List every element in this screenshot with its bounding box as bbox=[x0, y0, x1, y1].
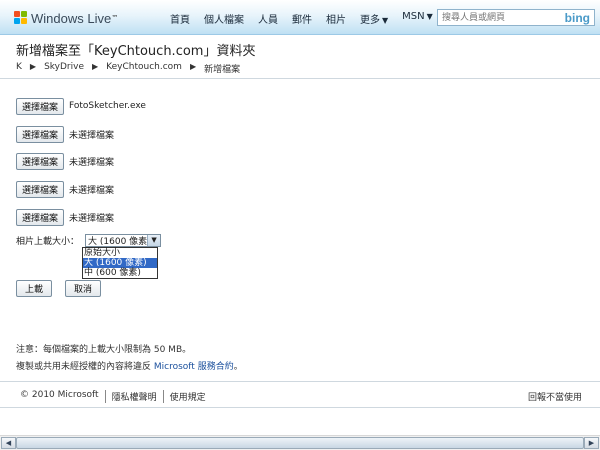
divider bbox=[0, 78, 600, 79]
breadcrumb: K ▶ SkyDrive ▶ KeyChtouch.com ▶ 新增檔案 bbox=[16, 62, 240, 75]
file-name: FotoSketcher.exe bbox=[69, 101, 146, 111]
breadcrumb-arrow-icon: ▶ bbox=[29, 62, 37, 71]
top-nav: 首頁 個人檔案 人員 郵件 相片 更多 ▼ MSN ▼ bbox=[170, 11, 447, 26]
search-input[interactable] bbox=[438, 10, 556, 25]
chevron-down-icon: ▼ bbox=[382, 16, 389, 25]
breadcrumb-arrow-icon: ▶ bbox=[189, 62, 197, 71]
nav-profile[interactable]: 個人檔案 bbox=[204, 11, 244, 26]
terms-link[interactable]: 使用規定 bbox=[162, 390, 212, 403]
windows-live-logo[interactable]: Windows Live ™ bbox=[14, 9, 118, 27]
photo-size-selected: 大 (1600 像素) bbox=[88, 237, 151, 247]
file-row: 選擇檔案 未選擇檔案 bbox=[16, 125, 114, 143]
scrollbar-thumb[interactable] bbox=[16, 437, 584, 449]
service-agreement-link[interactable]: Microsoft 服務合約 bbox=[154, 362, 234, 372]
footer-copyright: © 2010 Microsoft bbox=[20, 390, 99, 400]
logo-trademark: ™ bbox=[111, 14, 119, 22]
file-name: 未選擇檔案 bbox=[69, 185, 115, 196]
photo-size-label: 相片上載大小： bbox=[16, 237, 80, 247]
footer-divider bbox=[0, 381, 600, 382]
file-row: 選擇檔案 未選擇檔案 bbox=[16, 152, 114, 170]
option-large[interactable]: 大 (1600 像素) bbox=[83, 258, 157, 268]
photo-size-dropdown: 原始大小 大 (1600 像素) 中 (600 像素) bbox=[82, 247, 158, 279]
upload-notes: 注意：每個檔案的上載大小限制為 50 MB。 複製或共用未經授權的內容將違反 M… bbox=[16, 342, 243, 376]
windows-flag-icon bbox=[14, 11, 28, 25]
file-row: 選擇檔案 未選擇檔案 bbox=[16, 180, 114, 198]
photo-size-row: 相片上載大小： 大 (1600 像素) ▼ bbox=[16, 234, 162, 247]
choose-file-button[interactable]: 選擇檔案 bbox=[16, 125, 65, 143]
nav-home[interactable]: 首頁 bbox=[170, 11, 190, 26]
breadcrumb-user[interactable]: K bbox=[16, 62, 22, 75]
nav-mail[interactable]: 郵件 bbox=[292, 11, 312, 26]
option-original[interactable]: 原始大小 bbox=[83, 248, 157, 258]
bing-search-button[interactable]: bing bbox=[565, 11, 590, 25]
copyright-note: 複製或共用未經授權的內容將違反 Microsoft 服務合約。 bbox=[16, 362, 243, 372]
choose-file-button[interactable]: 選擇檔案 bbox=[16, 97, 65, 115]
choose-file-button[interactable]: 選擇檔案 bbox=[16, 208, 65, 226]
breadcrumb-current: 新增檔案 bbox=[204, 65, 241, 75]
upload-button[interactable]: 上載 bbox=[16, 280, 53, 297]
file-name: 未選擇檔案 bbox=[69, 157, 115, 168]
footer-bottom-divider bbox=[0, 407, 600, 408]
nav-photos[interactable]: 相片 bbox=[326, 11, 346, 26]
logo-text: Windows Live bbox=[31, 10, 112, 26]
file-row: 選擇檔案 未選擇檔案 bbox=[16, 208, 114, 226]
action-buttons: 上載 取消 bbox=[16, 280, 114, 297]
breadcrumb-skydrive[interactable]: SkyDrive bbox=[44, 62, 84, 75]
breadcrumb-folder[interactable]: KeyChtouch.com bbox=[106, 62, 182, 75]
horizontal-scrollbar[interactable]: ◀ ▶ bbox=[0, 435, 600, 450]
cancel-button[interactable]: 取消 bbox=[65, 280, 102, 297]
chevron-down-icon: ▼ bbox=[426, 12, 433, 21]
option-medium[interactable]: 中 (600 像素) bbox=[83, 268, 157, 278]
choose-file-button[interactable]: 選擇檔案 bbox=[16, 180, 65, 198]
breadcrumb-arrow-icon: ▶ bbox=[92, 62, 99, 71]
file-name: 未選擇檔案 bbox=[69, 130, 115, 141]
nav-people[interactable]: 人員 bbox=[258, 11, 278, 26]
search-box: bing bbox=[437, 9, 595, 26]
footer: © 2010 Microsoft 隱私權聲明 使用規定 回報不當使用 bbox=[16, 390, 590, 403]
nav-msn[interactable]: MSN ▼ bbox=[402, 11, 433, 26]
scroll-left-icon[interactable]: ◀ bbox=[1, 437, 16, 449]
scroll-right-icon[interactable]: ▶ bbox=[584, 437, 599, 449]
file-name: 未選擇檔案 bbox=[69, 213, 115, 224]
choose-file-button[interactable]: 選擇檔案 bbox=[16, 152, 65, 170]
privacy-link[interactable]: 隱私權聲明 bbox=[104, 390, 163, 403]
page-title: 新增檔案至「KeyChtouch.com」資料夾 bbox=[16, 44, 256, 59]
chevron-down-icon[interactable]: ▼ bbox=[147, 235, 161, 246]
report-abuse-link[interactable]: 回報不當使用 bbox=[528, 390, 582, 403]
file-row: 選擇檔案 FotoSketcher.exe bbox=[16, 97, 146, 115]
top-header: Windows Live ™ 首頁 個人檔案 人員 郵件 相片 更多 ▼ MSN ▼… bbox=[0, 0, 600, 35]
nav-more[interactable]: 更多 ▼ bbox=[360, 11, 388, 26]
size-limit-note: 注意：每個檔案的上載大小限制為 50 MB。 bbox=[16, 345, 192, 355]
photo-size-select[interactable]: 大 (1600 像素) ▼ bbox=[85, 234, 162, 247]
